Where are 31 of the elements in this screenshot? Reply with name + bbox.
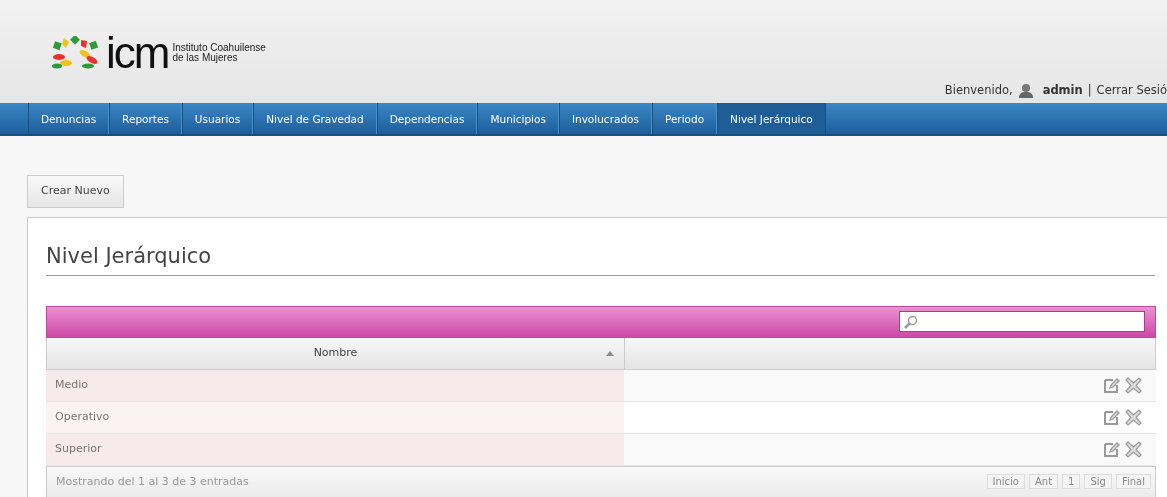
table-cell: Superior (46, 433, 624, 465)
delete-icon[interactable] (1125, 408, 1142, 426)
table-cell: Medio (46, 369, 624, 401)
nav-tab[interactable]: Denuncias (28, 103, 110, 134)
search-icon (904, 314, 918, 329)
logo-subtitle: de las Mujeres (172, 53, 239, 63)
separator: | (1087, 82, 1092, 99)
edit-icon[interactable] (1103, 408, 1120, 426)
nav-tab[interactable]: Involucrados (558, 103, 652, 134)
user-name: admin (1042, 82, 1083, 99)
logo-wordmark: icm (106, 37, 169, 69)
logout-link[interactable]: Cerrar Sesió (1096, 82, 1167, 100)
edit-icon[interactable] (1103, 440, 1120, 458)
table-info: Mostrando del 1 al 3 de 3 entradas (56, 474, 249, 491)
greeting-text: Bienvenido, (944, 82, 1013, 99)
user-icon (1017, 83, 1034, 99)
search-field[interactable] (899, 311, 1145, 333)
table-cell: Operativo (46, 401, 624, 433)
panel-title: Nivel Jerárquico (46, 243, 1155, 276)
nav-tab[interactable]: Nivel de Gravedad (253, 103, 377, 134)
nav-tab[interactable]: Nivel Jerárquico (717, 103, 826, 134)
nav-tab[interactable]: Usuarios (181, 103, 254, 134)
nav-tab[interactable]: Dependencias (376, 103, 478, 134)
nav-tab[interactable]: Reportes (109, 103, 182, 134)
column-label: Nombre (313, 344, 358, 361)
logo-subtitle: Instituto Coahuilense (172, 43, 266, 53)
delete-icon[interactable] (1125, 440, 1142, 458)
create-button[interactable]: Crear Nuevo (27, 175, 124, 208)
delete-icon[interactable] (1125, 376, 1142, 394)
nav-tab[interactable]: Municipios (477, 103, 559, 134)
edit-icon[interactable] (1103, 376, 1120, 394)
